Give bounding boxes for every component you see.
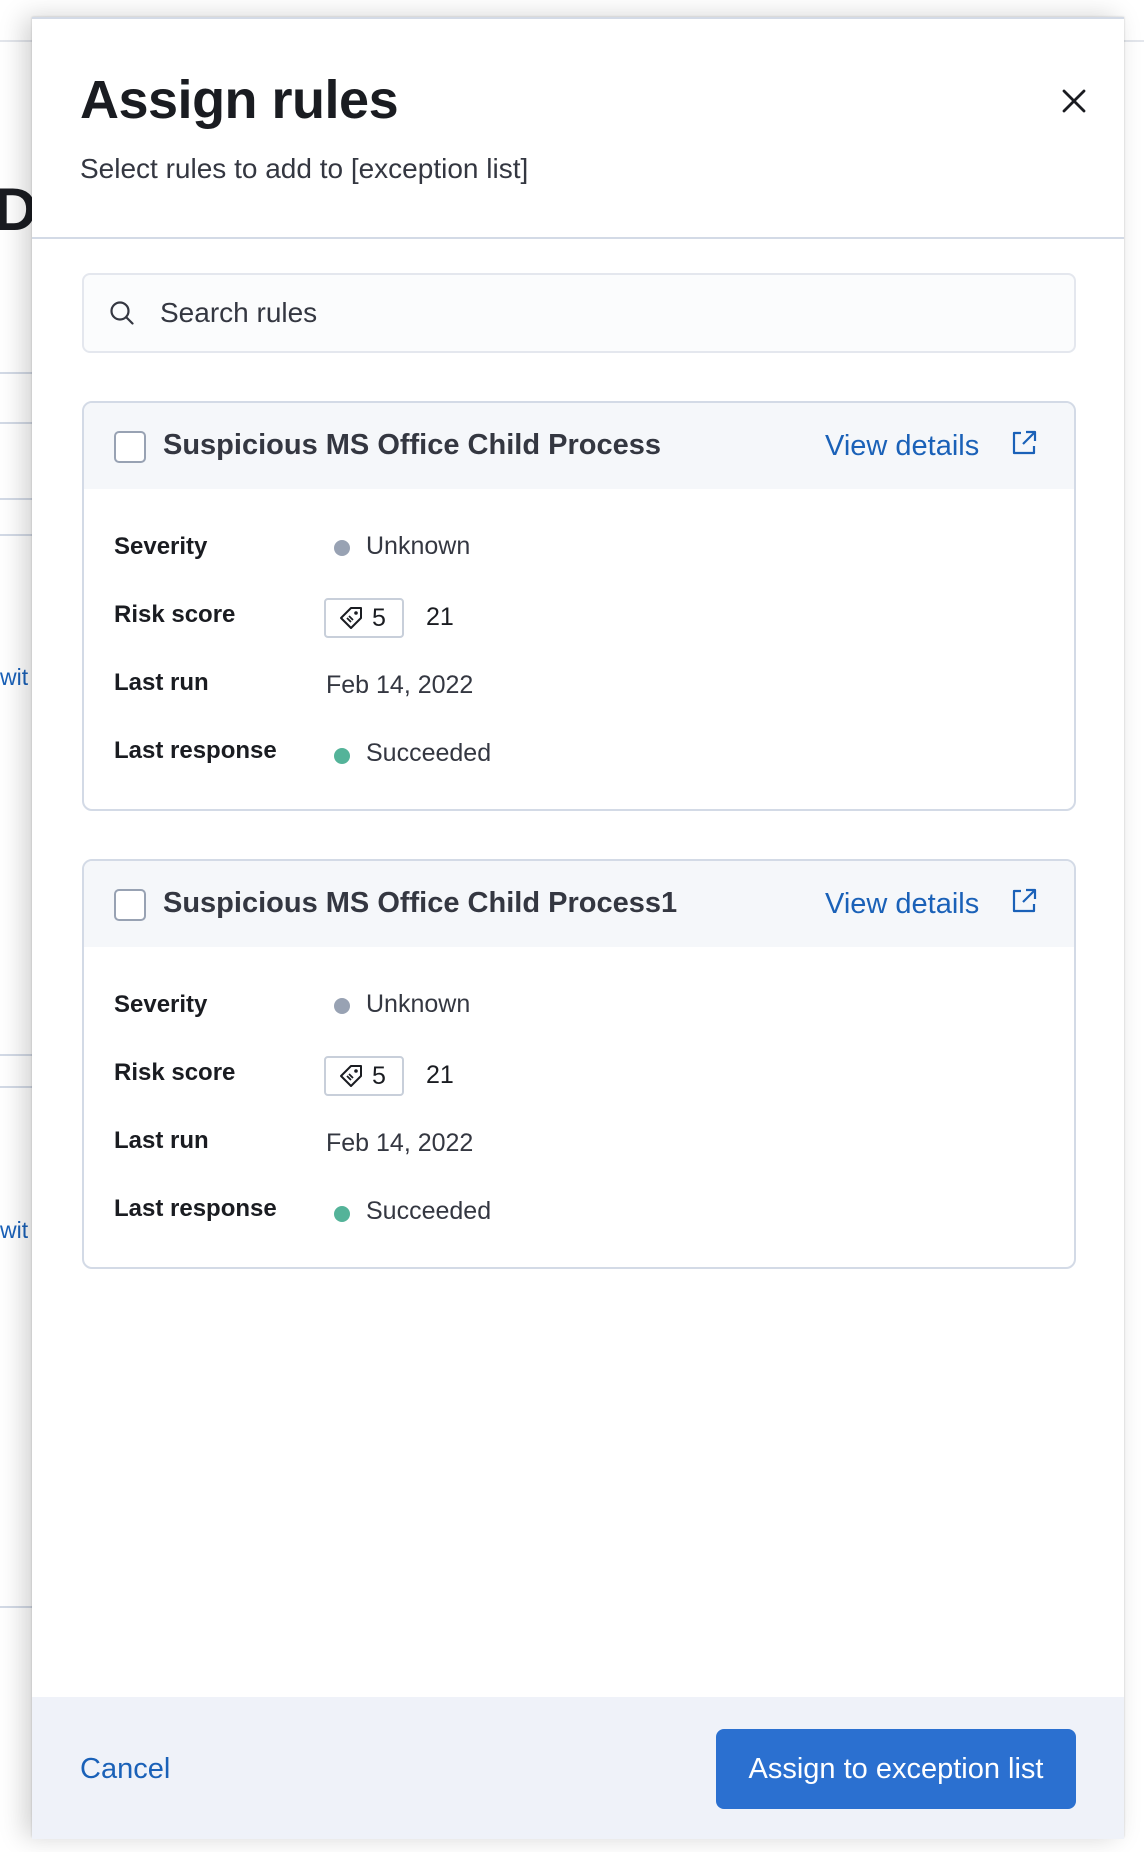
close-icon: [1062, 89, 1086, 113]
risk-score-value: 21: [426, 603, 454, 631]
external-link-icon[interactable]: [1008, 885, 1040, 917]
severity-label: Severity: [114, 991, 208, 1018]
severity-value: Unknown: [366, 532, 471, 560]
rule-card-header: Suspicious MS Office Child Process1 View…: [84, 861, 1074, 947]
risk-score-label: Risk score: [114, 601, 236, 628]
search-field[interactable]: [82, 273, 1076, 353]
assign-to-exception-list-button[interactable]: Assign to exception list: [716, 1729, 1076, 1809]
risk-score-label: Risk score: [114, 1059, 236, 1086]
severity-dot: [334, 540, 350, 556]
last-response-label: Last response: [114, 737, 277, 764]
rule-card: Suspicious MS Office Child Process View …: [82, 401, 1076, 811]
risk-badge-value: 5: [372, 1061, 386, 1090]
last-run-label: Last run: [114, 1127, 209, 1154]
last-response-label: Last response: [114, 1195, 277, 1222]
close-button[interactable]: [1050, 77, 1098, 125]
last-response-value: Succeeded: [366, 739, 492, 767]
background-link[interactable]: wit: [0, 664, 28, 691]
search-icon: [108, 299, 136, 327]
cancel-button[interactable]: Cancel: [80, 1753, 170, 1786]
last-run-label: Last run: [114, 669, 209, 696]
last-response-dot: [334, 1206, 350, 1222]
risk-score-value: 21: [426, 1061, 454, 1089]
rule-checkbox[interactable]: [114, 889, 146, 921]
risk-score-badge: 5: [324, 598, 404, 638]
rule-card: Suspicious MS Office Child Process1 View…: [82, 859, 1076, 1269]
severity-value: Unknown: [366, 990, 471, 1018]
search-input[interactable]: [158, 283, 1038, 343]
rule-name: Suspicious MS Office Child Process1: [163, 887, 678, 919]
tag-icon: [338, 605, 364, 631]
last-run-value: Feb 14, 2022: [326, 1129, 474, 1157]
last-run-value: Feb 14, 2022: [326, 671, 474, 699]
rule-name: Suspicious MS Office Child Process: [163, 429, 661, 461]
last-response-value: Succeeded: [366, 1197, 492, 1225]
view-details-link[interactable]: View details: [825, 888, 979, 921]
last-response-dot: [334, 748, 350, 764]
risk-score-badge: 5: [324, 1056, 404, 1096]
view-details-link[interactable]: View details: [825, 430, 979, 463]
severity-dot: [334, 998, 350, 1014]
flyout-subtitle: Select rules to add to [exception list]: [80, 153, 529, 184]
assign-rules-flyout: Assign rules Select rules to add to [exc…: [32, 17, 1124, 1839]
background-link[interactable]: wit: [0, 1217, 28, 1244]
flyout-footer: Cancel Assign to exception list: [32, 1697, 1124, 1839]
risk-badge-value: 5: [372, 603, 386, 632]
flyout-title: Assign rules: [80, 70, 399, 130]
tag-icon: [338, 1063, 364, 1089]
rule-checkbox[interactable]: [114, 431, 146, 463]
external-link-icon[interactable]: [1008, 427, 1040, 459]
flyout-header: Assign rules Select rules to add to [exc…: [32, 19, 1124, 239]
severity-label: Severity: [114, 533, 208, 560]
rule-card-header: Suspicious MS Office Child Process View …: [84, 403, 1074, 489]
